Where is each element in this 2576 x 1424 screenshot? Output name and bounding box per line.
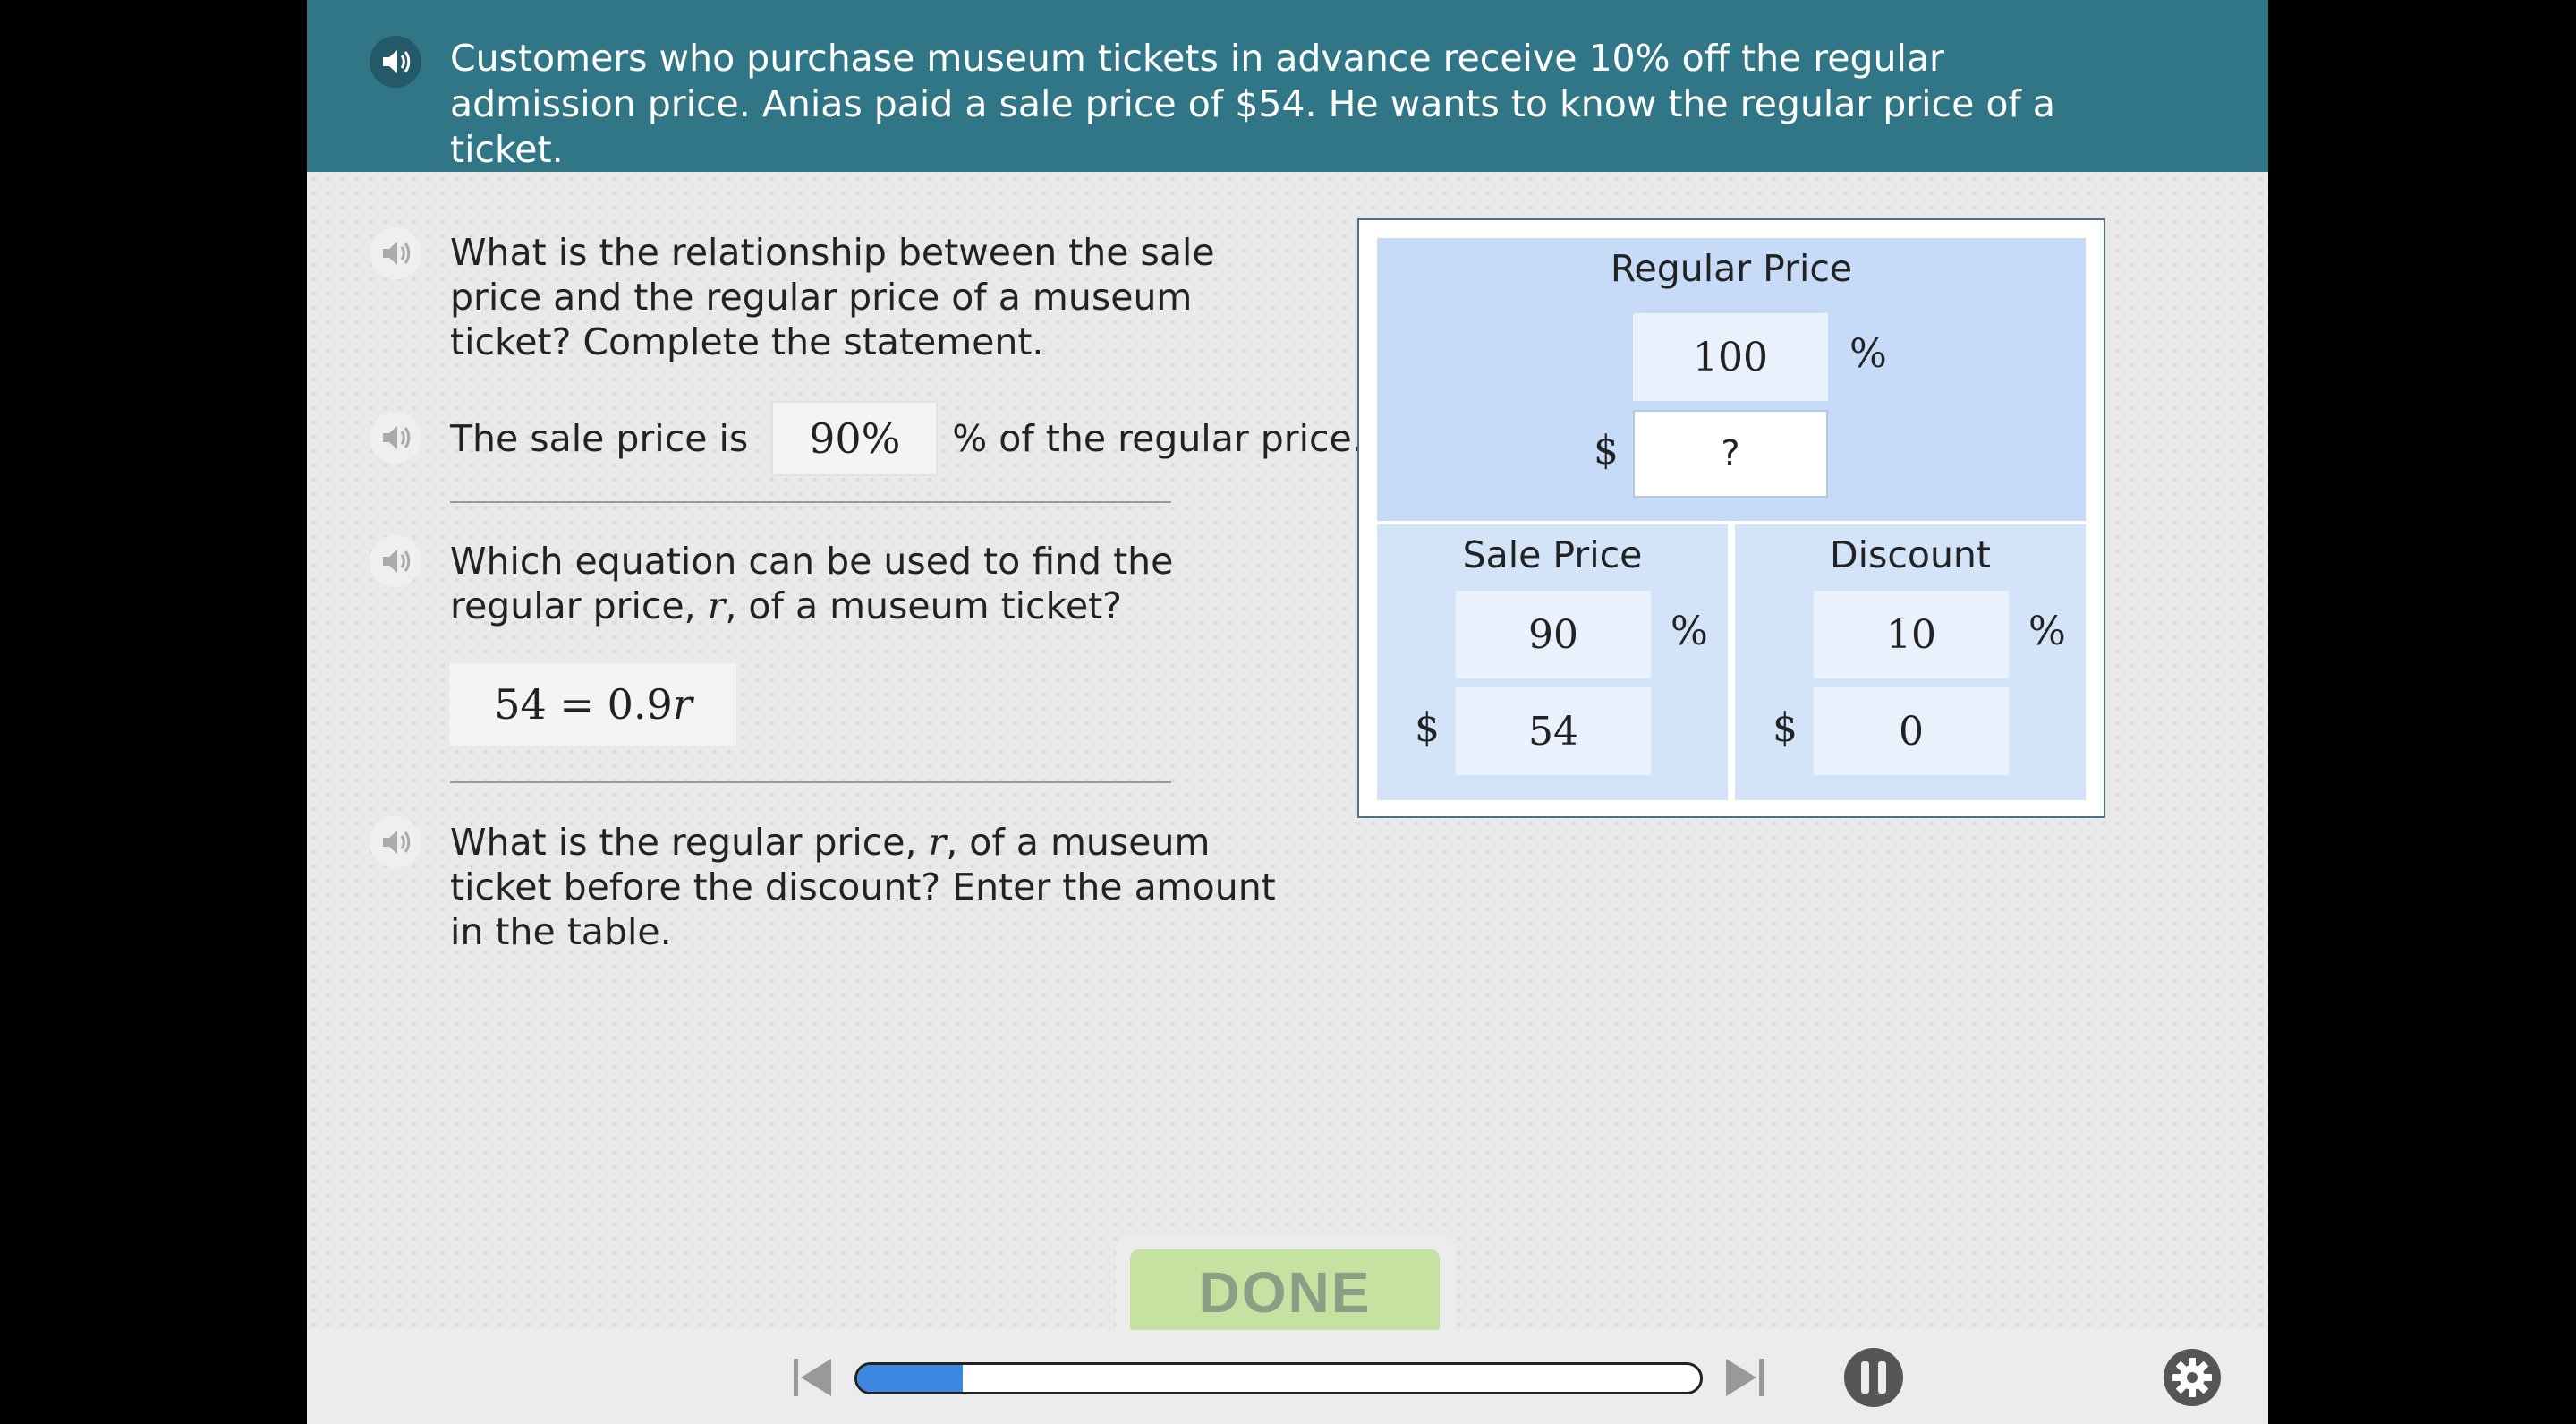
regular-percent-cell: 100 xyxy=(1633,313,1828,401)
divider xyxy=(450,501,1171,503)
lesson-stage: Customers who purchase museum tickets in… xyxy=(307,0,2268,1424)
sale-percent-cell: 90 xyxy=(1456,591,1651,678)
skip-forward-icon[interactable] xyxy=(1722,1355,1767,1400)
player-bar xyxy=(307,1330,2268,1424)
speaker-icon[interactable] xyxy=(370,227,421,279)
percent-symbol: % xyxy=(2028,609,2066,654)
sentence-start: The sale price is xyxy=(450,417,749,460)
percent-symbol: % xyxy=(1849,331,1887,377)
skip-back-icon[interactable] xyxy=(790,1355,835,1400)
gear-icon[interactable] xyxy=(2163,1348,2222,1407)
discount-section: Discount 10 % $ 0 xyxy=(1735,524,2086,800)
problem-text: Customers who purchase museum tickets in… xyxy=(450,37,2056,171)
speaker-icon[interactable] xyxy=(370,535,421,587)
discount-percent-cell: 10 xyxy=(1814,591,2009,678)
equation-answer[interactable]: 54 = 0.9 r xyxy=(450,663,736,746)
speaker-icon[interactable] xyxy=(370,36,421,88)
done-button[interactable]: DONE xyxy=(1130,1249,1440,1335)
percent-table: Regular Price 100 % $ ? Sale Price 90 % … xyxy=(1357,218,2105,818)
dollar-symbol: $ xyxy=(1773,705,1798,751)
progress-bar[interactable] xyxy=(854,1362,1703,1394)
speaker-icon[interactable] xyxy=(370,816,421,868)
problem-header: Customers who purchase museum tickets in… xyxy=(307,0,2268,172)
discount-dollar-cell: 0 xyxy=(1814,687,2009,775)
sale-price-section: Sale Price 90 % $ 54 xyxy=(1377,524,1728,800)
sale-dollar-cell: 54 xyxy=(1456,687,1651,775)
sale-price-title: Sale Price xyxy=(1462,533,1643,576)
speaker-icon[interactable] xyxy=(370,412,421,464)
divider xyxy=(450,781,1171,783)
question-1-text: What is the relationship between the sal… xyxy=(450,231,1215,363)
done-button-tab: DONE xyxy=(1116,1235,1456,1335)
dollar-symbol: $ xyxy=(1594,428,1619,473)
regular-price-title: Regular Price xyxy=(1610,247,1853,290)
question-2-text: Which equation can be used to find the r… xyxy=(450,540,1174,627)
percent-answer-box[interactable]: 90% xyxy=(771,401,939,476)
percent-symbol: % xyxy=(1671,609,1708,654)
regular-price-input[interactable]: ? xyxy=(1633,410,1828,498)
pause-icon[interactable] xyxy=(1844,1348,1903,1407)
discount-title: Discount xyxy=(1830,533,1991,576)
sentence-end: % of the regular price. xyxy=(952,417,1364,460)
dollar-symbol: $ xyxy=(1415,705,1440,751)
completion-sentence: The sale price is 90% % of the regular p… xyxy=(450,401,1364,476)
question-3-text: What is the regular price, r, of a museu… xyxy=(450,821,1276,953)
regular-price-section: Regular Price 100 % $ ? xyxy=(1377,238,2086,521)
progress-fill xyxy=(857,1365,963,1392)
